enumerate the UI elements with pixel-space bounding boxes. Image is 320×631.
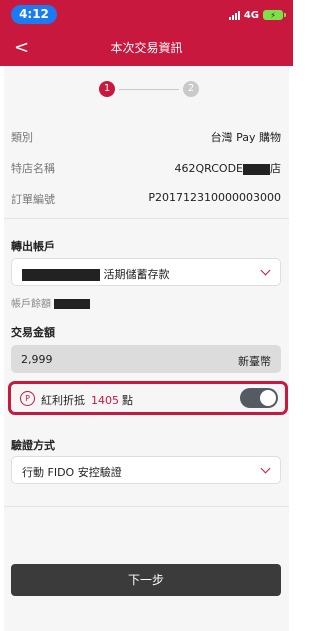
detail-value: 462QRCODE 店 [174,160,281,176]
account-type: 活期儲蓄存款 [103,268,170,281]
bonus-unit: 點 [122,394,133,407]
transfer-account-label: 轉出帳戶 [11,240,55,253]
transfer-account-select[interactable]: 活期儲蓄存款 [11,258,281,286]
network-label: 4G [243,9,259,21]
detail-row-order: 訂單編號 P201712310000003000 [11,191,281,207]
step-indicator: 1 2 [99,80,199,98]
step-connector [119,89,179,90]
amount-value: 2,999 [21,353,53,366]
redacted-block [22,269,100,281]
detail-label: 訂單編號 [11,193,55,206]
verify-method-select[interactable]: 行動 FIDO 安控驗證 [11,456,281,484]
step-2-inactive: 2 [183,81,199,97]
toggle-knob [260,390,276,406]
merchant-suffix: 店 [270,162,281,175]
main-content: 1 2 類別 台灣 Pay 購物 特店名稱 462QRCODE 店 訂單編號 P2… [4,66,289,631]
status-bar: 4:12 4G ⚡ [0,0,293,30]
verify-method-value: 行動 FIDO 安控驗證 [22,466,122,479]
redacted-block [243,163,270,175]
amount-label: 交易金額 [11,326,55,339]
detail-label: 類別 [11,131,33,144]
chevron-down-icon [260,463,271,474]
redacted-block [54,299,91,309]
page-title: 本次交易資訊 [110,41,183,55]
bonus-redeem-row: P 紅利折抵 1405 點 [8,381,288,415]
amount-field: 2,999 新臺幣 [11,345,281,373]
bonus-label: 紅利折抵 [41,394,85,407]
points-icon: P [20,391,35,406]
detail-row-category: 類別 台灣 Pay 購物 [11,129,281,145]
divider [4,506,289,507]
verify-method-label: 驗證方式 [11,439,55,452]
merchant-prefix: 462QRCODE [174,162,243,175]
chevron-down-icon [260,265,271,276]
amount-currency: 新臺幣 [238,355,271,368]
detail-row-merchant: 特店名稱 462QRCODE 店 [11,160,281,176]
transfer-account-value: 活期儲蓄存款 [22,266,170,282]
next-button[interactable]: 下一步 [11,564,281,596]
battery-charging-icon: ⚡ [263,10,286,20]
status-indicators: 4G ⚡ [228,7,286,23]
status-time: 4:12 [11,5,57,24]
account-balance: 帳戶餘額 [11,295,91,310]
bonus-points: 1405 [91,394,119,407]
detail-value: 台灣 Pay 購物 [210,131,281,144]
detail-value: P201712310000003000 [148,191,281,204]
signal-icon [228,10,240,20]
divider [4,218,289,219]
nav-bar: < 本次交易資訊 [0,30,293,66]
bonus-toggle[interactable] [240,388,278,408]
bonus-text: 紅利折抵 1405 點 [41,392,133,408]
detail-label: 特店名稱 [11,162,55,175]
balance-label: 帳戶餘額 [11,299,51,310]
step-1-active: 1 [99,81,115,97]
